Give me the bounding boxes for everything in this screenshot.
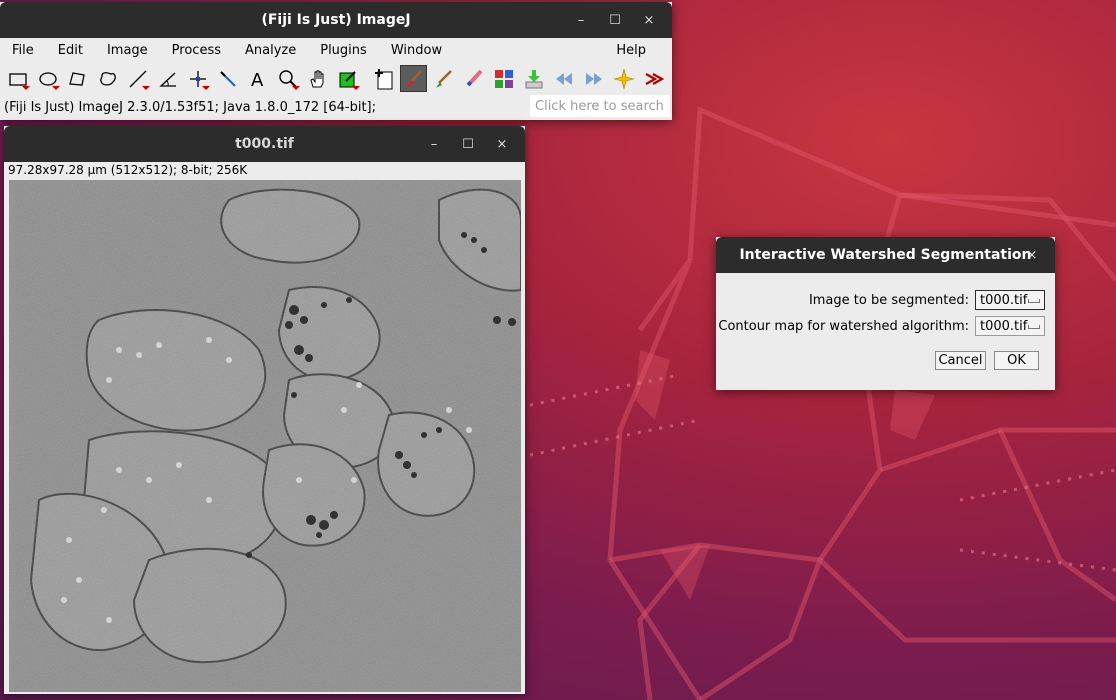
- search-input[interactable]: Click here to search: [530, 95, 670, 117]
- magnifier-tool-icon[interactable]: [274, 65, 301, 92]
- cancel-button[interactable]: Cancel: [935, 351, 986, 370]
- maximize-button[interactable]: ☐: [598, 13, 632, 28]
- angle-tool-icon[interactable]: [154, 65, 181, 92]
- image-to-segment-value: t000.tif: [980, 292, 1028, 308]
- dialog-title: Interactive Watershed Segmentation: [739, 247, 1032, 263]
- close-button[interactable]: ×: [485, 137, 519, 152]
- forward-tool-icon[interactable]: [580, 65, 607, 92]
- image-to-segment-row: Image to be segmented: t000.tif: [716, 287, 1055, 313]
- imagej-title: (Fiji Is Just) ImageJ: [261, 12, 411, 28]
- point-tool-icon[interactable]: [184, 65, 211, 92]
- image-window: t000.tif – ☐ × 97.28x97.28 µm (512x512);…: [4, 126, 525, 694]
- microscopy-cells-image: [9, 180, 521, 692]
- tool-bar: A: [0, 62, 672, 95]
- imagej-titlebar[interactable]: (Fiji Is Just) ImageJ – ☐ ×: [0, 2, 672, 38]
- status-text: (Fiji Is Just) ImageJ 2.3.0/1.53f51; Jav…: [4, 99, 377, 115]
- ok-button[interactable]: OK: [994, 351, 1039, 370]
- freehand-tool-icon[interactable]: [94, 65, 121, 92]
- hand-tool-icon[interactable]: [304, 65, 331, 92]
- imagej-main-window: (Fiji Is Just) ImageJ – ☐ × File Edit Im…: [0, 2, 672, 120]
- eraser-tool-icon[interactable]: [460, 65, 487, 92]
- contour-map-row: Contour map for watershed algorithm: t00…: [716, 313, 1055, 339]
- image-to-segment-select[interactable]: t000.tif: [975, 290, 1045, 310]
- menu-window[interactable]: Window: [379, 43, 454, 58]
- maximize-button[interactable]: ☐: [451, 137, 485, 152]
- dropdown-icon: [1028, 299, 1040, 303]
- image-canvas[interactable]: [9, 180, 521, 692]
- watershed-dialog: Interactive Watershed Segmentation × Ima…: [716, 237, 1055, 390]
- dialog-titlebar[interactable]: Interactive Watershed Segmentation ×: [716, 237, 1055, 273]
- dropdown-icon: [1028, 325, 1040, 329]
- menu-help[interactable]: Help: [604, 43, 658, 58]
- lut-tool-icon[interactable]: [490, 65, 517, 92]
- menu-image[interactable]: Image: [95, 43, 160, 58]
- image-title: t000.tif: [235, 136, 294, 152]
- new-image-tool-icon[interactable]: [370, 65, 397, 92]
- contour-map-value: t000.tif: [980, 318, 1028, 334]
- rectangle-tool-icon[interactable]: [4, 65, 31, 92]
- minimize-button[interactable]: –: [417, 137, 451, 152]
- color-picker-tool-icon[interactable]: [334, 65, 361, 92]
- dialog-close-button[interactable]: ×: [1015, 248, 1049, 263]
- contour-map-select[interactable]: t000.tif: [975, 316, 1045, 336]
- menu-file[interactable]: File: [0, 43, 46, 58]
- oval-tool-icon[interactable]: [34, 65, 61, 92]
- menu-edit[interactable]: Edit: [46, 43, 95, 58]
- line-tool-icon[interactable]: [124, 65, 151, 92]
- wand-tool-icon[interactable]: [214, 65, 241, 92]
- status-row: (Fiji Is Just) ImageJ 2.3.0/1.53f51; Jav…: [0, 95, 672, 119]
- menu-analyze[interactable]: Analyze: [233, 43, 308, 58]
- menu-plugins[interactable]: Plugins: [308, 43, 379, 58]
- brush-tool-icon[interactable]: [400, 65, 427, 92]
- svg-text:A: A: [251, 70, 264, 90]
- minimize-button[interactable]: –: [564, 13, 598, 28]
- text-tool-icon[interactable]: A: [244, 65, 271, 92]
- rewind-tool-icon[interactable]: [550, 65, 577, 92]
- image-to-segment-label: Image to be segmented:: [808, 292, 969, 308]
- menu-process[interactable]: Process: [160, 43, 233, 58]
- polygon-tool-icon[interactable]: [64, 65, 91, 92]
- contour-map-label: Contour map for watershed algorithm:: [718, 318, 969, 334]
- image-info: 97.28x97.28 µm (512x512); 8-bit; 256K: [8, 163, 248, 177]
- image-titlebar[interactable]: t000.tif – ☐ ×: [4, 126, 525, 162]
- more-tools-icon[interactable]: [640, 65, 667, 92]
- update-tool-icon[interactable]: [520, 65, 547, 92]
- sparkle-tool-icon[interactable]: [610, 65, 637, 92]
- close-button[interactable]: ×: [632, 13, 666, 28]
- menu-bar: File Edit Image Process Analyze Plugins …: [0, 38, 672, 62]
- pencil-tool-icon[interactable]: [430, 65, 457, 92]
